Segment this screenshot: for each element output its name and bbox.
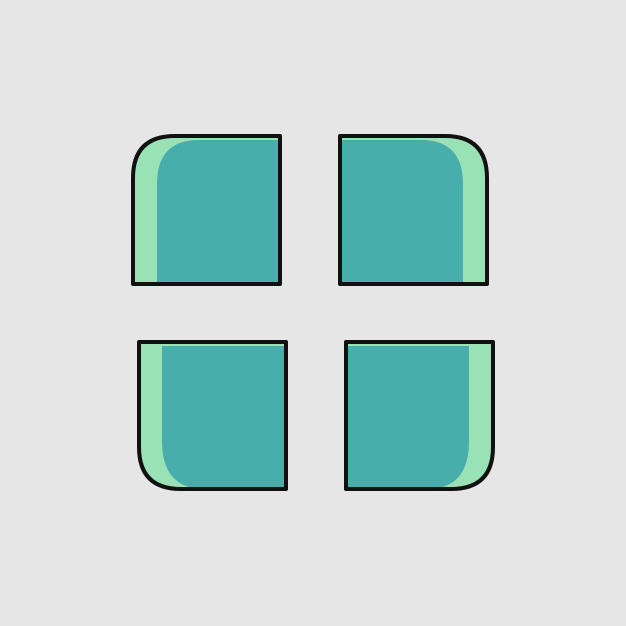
- tile-bottom-right: [344, 340, 495, 491]
- tile-top-right: [338, 134, 489, 286]
- icon-canvas: [0, 0, 626, 626]
- grid-window-icon: [131, 134, 495, 491]
- tile-bottom-left: [137, 340, 288, 491]
- tile-top-left: [131, 134, 282, 286]
